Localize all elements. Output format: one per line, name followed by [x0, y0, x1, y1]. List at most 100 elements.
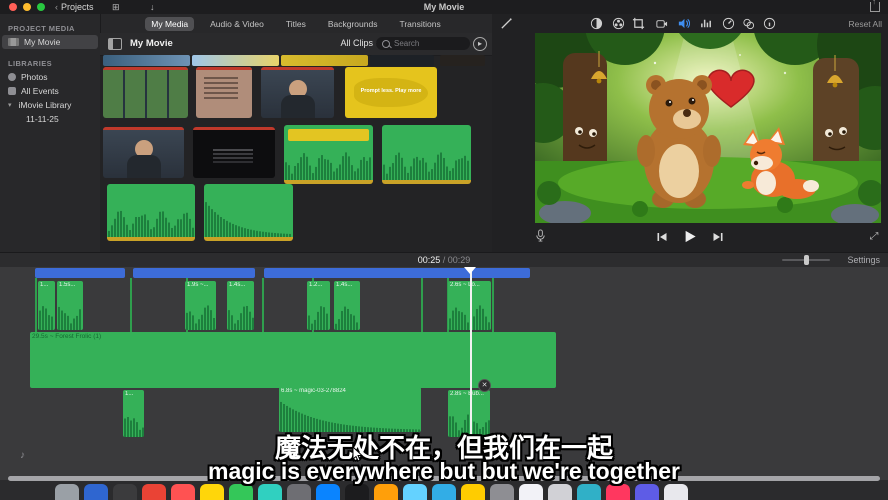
- slider-thumb[interactable]: [804, 255, 809, 265]
- timeline-clip[interactable]: 1.2...: [307, 281, 330, 330]
- browser-title: My Movie: [130, 38, 173, 49]
- search-input[interactable]: Search: [376, 37, 470, 50]
- dock-app-icon[interactable]: [55, 484, 79, 500]
- media-thumbnail[interactable]: [281, 55, 368, 66]
- dock-app-icon[interactable]: [142, 484, 166, 500]
- media-thumbnail[interactable]: [440, 55, 485, 66]
- libraries-header: LIBRARIES: [8, 59, 100, 68]
- noise-reduction-icon[interactable]: [700, 17, 713, 30]
- dock-app-icon[interactable]: [84, 484, 108, 500]
- detach-badge-icon[interactable]: ✕: [478, 379, 491, 392]
- next-frame-button[interactable]: [712, 231, 724, 243]
- dock-app-icon[interactable]: [287, 484, 311, 500]
- media-thumbnail[interactable]: Prompt less. Play more: [345, 67, 437, 118]
- sidebar-item-my-movie[interactable]: My Movie: [2, 35, 98, 49]
- stabilization-icon[interactable]: [655, 17, 668, 30]
- play-button[interactable]: [683, 229, 698, 244]
- promo-text: Prompt less. Play more: [345, 88, 437, 94]
- dock-app-icon[interactable]: [432, 484, 456, 500]
- dock-app-icon[interactable]: [606, 484, 630, 500]
- timeline-clip[interactable]: 1.4s...: [227, 281, 254, 330]
- sidebar-toggle-icon[interactable]: [108, 38, 122, 50]
- media-thumbnail[interactable]: [103, 127, 184, 178]
- hide-browser-icon[interactable]: ▸: [473, 37, 487, 51]
- share-icon[interactable]: [870, 2, 880, 12]
- sound-effect-clip-magic[interactable]: 6.8s ~ magic-03-278824: [279, 387, 421, 432]
- tab-transitions[interactable]: Transitions: [393, 17, 446, 31]
- all-events-icon: [8, 87, 16, 95]
- fullscreen-icon[interactable]: ⤢: [870, 231, 879, 242]
- dock-app-icon[interactable]: [345, 484, 369, 500]
- clip-connector: [492, 278, 494, 332]
- mouse-cursor: [352, 446, 364, 462]
- dock-app-icon[interactable]: [200, 484, 224, 500]
- music-clip-forest-frolic[interactable]: 29.5s ~ Forest Frolic (1): [30, 332, 556, 388]
- title-clip-bar[interactable]: [133, 268, 255, 278]
- dock-app-icon[interactable]: [113, 484, 137, 500]
- volume-icon[interactable]: [677, 17, 690, 30]
- previous-frame-button[interactable]: [657, 231, 669, 243]
- effects-icon[interactable]: [742, 17, 755, 30]
- timeline-zoom-slider[interactable]: [782, 259, 830, 261]
- microphone-icon[interactable]: [534, 229, 547, 242]
- dock-app-icon[interactable]: [403, 484, 427, 500]
- media-thumbnail[interactable]: [370, 55, 434, 66]
- clip-connector: [421, 278, 423, 332]
- search-placeholder: Search: [394, 39, 419, 48]
- timeline-clip[interactable]: 1.5s...: [57, 281, 83, 330]
- dock-app-icon[interactable]: [171, 484, 195, 500]
- color-wheel-icon[interactable]: [612, 17, 625, 30]
- audio-clip-thumbnail[interactable]: [382, 125, 471, 184]
- dock-app-icon[interactable]: [519, 484, 543, 500]
- media-thumbnail[interactable]: [103, 55, 190, 66]
- crop-icon[interactable]: [632, 17, 645, 30]
- dock-app-icon[interactable]: [635, 484, 659, 500]
- info-icon[interactable]: [763, 17, 776, 30]
- color-balance-icon[interactable]: [590, 17, 603, 30]
- photos-icon: [8, 73, 16, 81]
- subtitle-english: magic is everywhere but but we're togeth…: [0, 458, 888, 485]
- macos-dock[interactable]: [55, 484, 688, 500]
- timeline-clip[interactable]: 1...: [38, 281, 55, 330]
- tab-audio-video[interactable]: Audio & Video: [204, 17, 270, 31]
- sidebar-item-event-date[interactable]: 11-11-25: [0, 112, 100, 126]
- dock-app-icon[interactable]: [577, 484, 601, 500]
- timeline-settings-button[interactable]: Settings: [847, 255, 880, 265]
- sidebar-item-photos[interactable]: Photos: [0, 70, 100, 84]
- imovie-window: ‹Projects ⊞ ↓ My Movie My Media Audio & …: [0, 0, 888, 500]
- media-thumbnail[interactable]: [196, 67, 252, 118]
- magic-wand-icon[interactable]: [500, 17, 513, 30]
- dock-app-icon[interactable]: [229, 484, 253, 500]
- media-thumbnail[interactable]: [103, 67, 188, 118]
- window-title: My Movie: [0, 2, 888, 12]
- dock-app-icon[interactable]: [548, 484, 572, 500]
- video-viewer[interactable]: [535, 33, 881, 223]
- media-thumbnail[interactable]: [192, 55, 279, 66]
- dock-app-icon[interactable]: [490, 484, 514, 500]
- audio-clip-thumbnail[interactable]: [204, 184, 293, 241]
- audio-clip-thumbnail[interactable]: [107, 184, 195, 241]
- dock-app-icon[interactable]: [316, 484, 340, 500]
- dock-app-icon[interactable]: [258, 484, 282, 500]
- timeline-clip[interactable]: 1.9s ~...: [185, 281, 216, 330]
- tab-my-media[interactable]: My Media: [145, 17, 194, 31]
- project-media-header: PROJECT MEDIA: [8, 24, 100, 33]
- media-thumbnail[interactable]: [261, 67, 334, 118]
- dock-app-icon[interactable]: [374, 484, 398, 500]
- media-thumbnail[interactable]: [193, 127, 275, 178]
- dock-app-icon[interactable]: [461, 484, 485, 500]
- title-clip-bar[interactable]: [264, 268, 530, 278]
- timeline-clip[interactable]: 1.4s...: [334, 281, 360, 330]
- sidebar-item-all-events[interactable]: All Events: [0, 84, 100, 98]
- film-icon: [8, 38, 19, 46]
- playhead-handle[interactable]: [464, 267, 476, 274]
- tab-backgrounds[interactable]: Backgrounds: [322, 17, 384, 31]
- disclosure-triangle-icon[interactable]: ▾: [8, 101, 12, 109]
- speed-icon[interactable]: [722, 17, 735, 30]
- reset-all-button[interactable]: Reset All: [848, 19, 882, 29]
- title-clip-bar[interactable]: [35, 268, 125, 278]
- tab-titles[interactable]: Titles: [280, 17, 312, 31]
- audio-clip-thumbnail[interactable]: [284, 125, 373, 184]
- dock-app-icon[interactable]: [664, 484, 688, 500]
- sidebar-item-imovie-library[interactable]: ▾ iMovie Library: [0, 98, 100, 112]
